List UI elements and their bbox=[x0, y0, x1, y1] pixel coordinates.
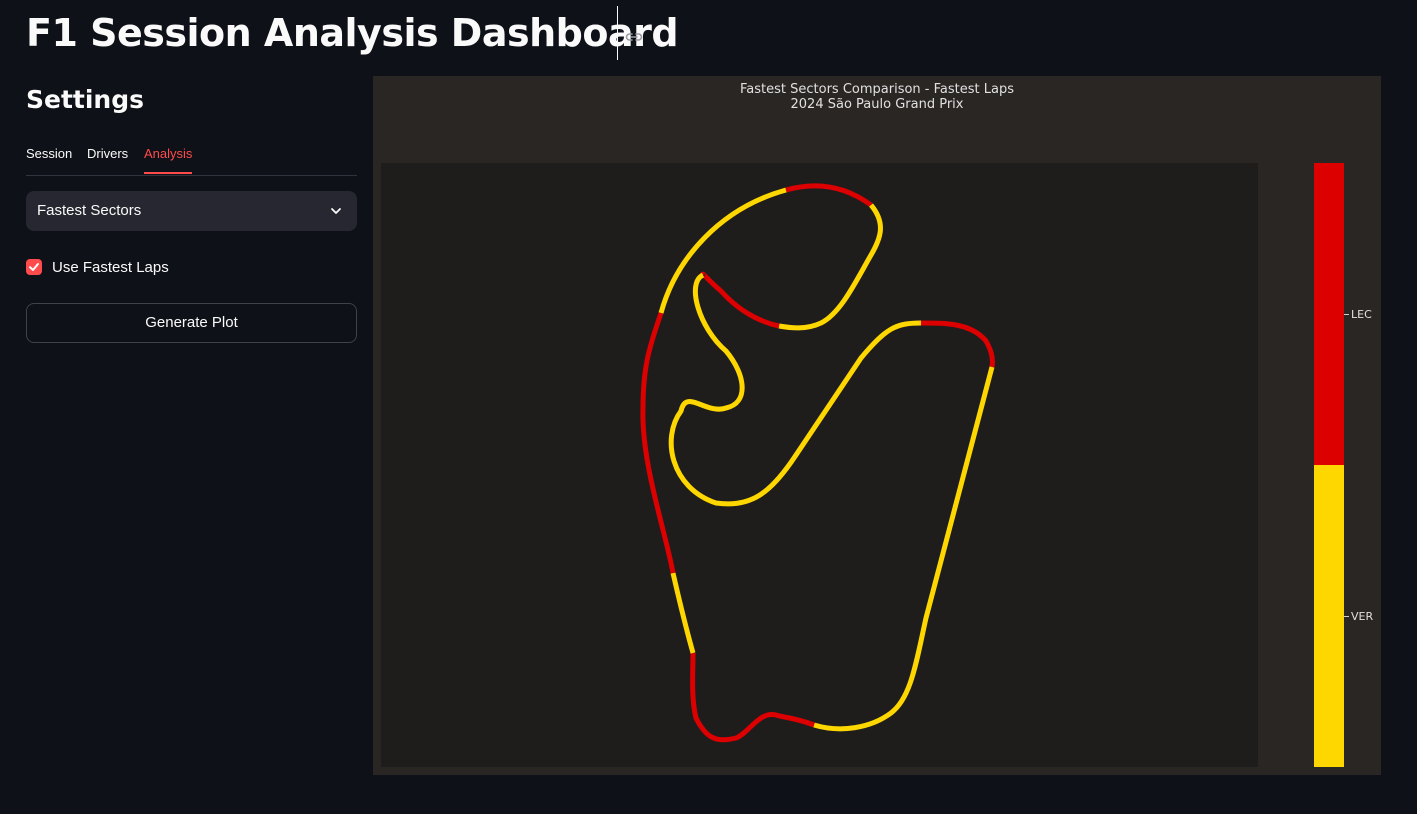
track-segment-lec bbox=[690, 652, 815, 743]
colorbar-label-ver: VER bbox=[1351, 610, 1374, 623]
chart-subtitle: 2024 São Paulo Grand Prix bbox=[790, 97, 964, 112]
colorbar-label-lec: LEC bbox=[1351, 308, 1372, 321]
track-segment-ver bbox=[813, 366, 995, 732]
generate-plot-button[interactable]: Generate Plot bbox=[26, 303, 357, 343]
analysis-type-select[interactable]: Fastest Sectors bbox=[26, 191, 357, 231]
link-icon[interactable] bbox=[624, 27, 644, 47]
use-fastest-laps-label: Use Fastest Laps bbox=[52, 259, 169, 276]
colorbar-tick bbox=[1344, 314, 1349, 315]
analysis-type-value: Fastest Sectors bbox=[37, 202, 142, 219]
track-map bbox=[640, 183, 995, 743]
colorbar-tick bbox=[1344, 616, 1349, 617]
text-cursor bbox=[617, 6, 618, 60]
page-title: F1 Session Analysis Dashboard bbox=[26, 11, 679, 55]
track-segment-ver bbox=[670, 572, 696, 654]
tab-analysis[interactable]: Analysis bbox=[144, 145, 192, 163]
active-tab-indicator bbox=[144, 172, 192, 174]
checkbox-checked-icon[interactable] bbox=[26, 259, 42, 275]
chevron-down-icon bbox=[329, 204, 343, 218]
track-segment-lec bbox=[700, 271, 780, 329]
track-segment-ver bbox=[778, 203, 883, 331]
sidebar-title: Settings bbox=[26, 85, 145, 114]
tab-session[interactable]: Session bbox=[26, 145, 72, 163]
track-segment-lec bbox=[640, 312, 676, 574]
colorbar-segment-lec bbox=[1314, 163, 1344, 465]
track-segment-lec bbox=[785, 183, 873, 208]
chart-figure: Fastest Sectors Comparison - Fastest Lap… bbox=[373, 76, 1381, 775]
track-segment-ver bbox=[668, 272, 922, 507]
track-segment-lec bbox=[920, 320, 995, 368]
tab-drivers[interactable]: Drivers bbox=[87, 145, 128, 163]
colorbar-segment-ver bbox=[1314, 465, 1344, 767]
plot-area bbox=[381, 163, 1258, 767]
driver-colorbar: LEC VER bbox=[1314, 163, 1373, 767]
chart-title: Fastest Sectors Comparison - Fastest Lap… bbox=[740, 82, 1014, 97]
settings-tabs: Session Drivers Analysis bbox=[26, 140, 357, 176]
